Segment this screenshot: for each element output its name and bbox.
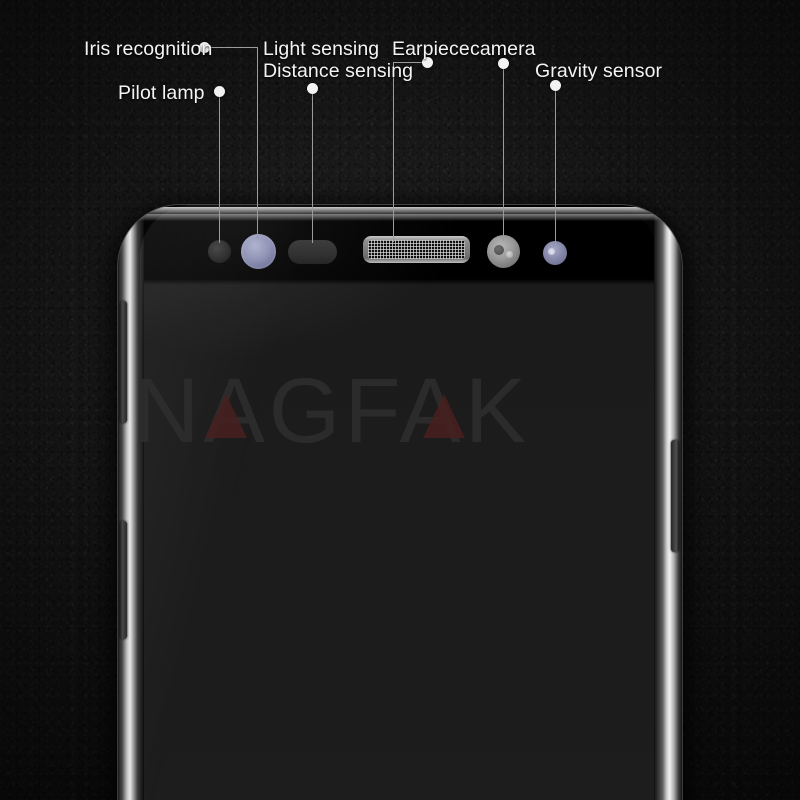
leader-line-light-distance xyxy=(312,88,313,243)
leader-line-camera xyxy=(503,63,504,241)
callout-label-camera: camera xyxy=(470,38,536,60)
power-button[interactable] xyxy=(671,440,679,552)
earpiece-mesh xyxy=(368,240,465,259)
leader-line-pilot-lamp xyxy=(219,91,220,243)
phone-sensor-diagram: NAGFAK Iris recognition Pilot lamp Light… xyxy=(0,0,800,800)
assistant-key-button[interactable] xyxy=(120,521,127,639)
phone-screen xyxy=(140,205,658,800)
volume-rocker-button[interactable] xyxy=(120,301,127,423)
callout-label-earpiece: Earpiece xyxy=(392,38,470,60)
leader-line-gravity-sensor xyxy=(555,85,556,245)
camera-lens-element xyxy=(494,245,504,255)
phone-body xyxy=(118,205,682,800)
callout-dot-pilot-lamp[interactable] xyxy=(214,86,225,97)
callout-label-distance-sensing: Distance sensing xyxy=(263,60,414,82)
leader-line-iris-vertical xyxy=(257,47,258,239)
light-distance-sensor xyxy=(288,240,337,264)
leader-line-earpiece-vertical xyxy=(393,62,394,242)
callout-label-gravity-sensor: Gravity sensor xyxy=(535,60,663,82)
callout-dot-light-sensing[interactable] xyxy=(307,83,318,94)
gravity-sensor-highlight xyxy=(548,248,555,255)
pilot-lamp-sensor xyxy=(208,240,231,263)
earpiece-speaker xyxy=(363,236,470,263)
iris-sensor xyxy=(241,234,276,269)
callout-label-iris-recognition: Iris recognition xyxy=(84,38,213,60)
phone-left-edge-glass xyxy=(118,205,144,800)
callout-label-light-sensing: Light sensing xyxy=(263,38,380,60)
callout-label-pilot-lamp: Pilot lamp xyxy=(118,82,205,104)
camera-lens-highlight xyxy=(506,251,513,258)
